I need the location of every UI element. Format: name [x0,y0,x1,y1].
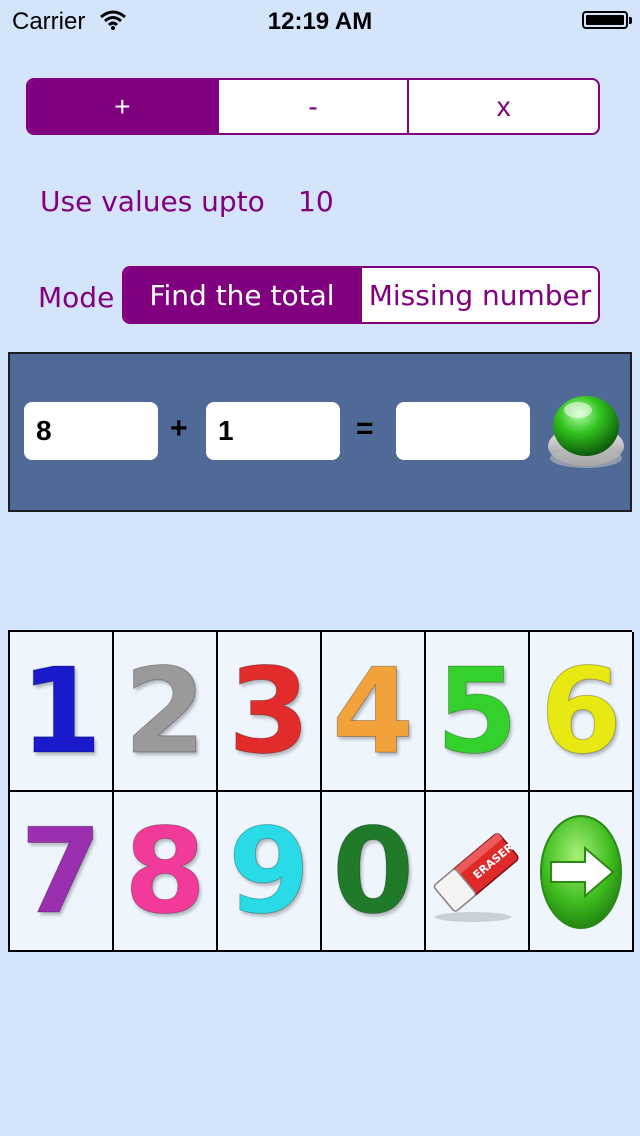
second-number-field[interactable]: 1 [206,402,340,460]
equals-sign: = [356,412,374,445]
mode-selector: Find the total Missing number [122,266,600,324]
key-7[interactable]: 7 [10,792,114,952]
key-6[interactable]: 6 [530,632,634,792]
operation-plus-segment[interactable]: + [28,80,217,133]
mode-find-total-segment[interactable]: Find the total [124,268,360,322]
range-value[interactable]: 10 [298,185,334,218]
first-number-field[interactable]: 8 [24,402,158,460]
key-3[interactable]: 3 [218,632,322,792]
status-bar: Carrier 12:19 AM [0,0,640,40]
digit-3: 3 [227,642,311,780]
digit-9: 9 [227,802,311,940]
operation-minus-segment[interactable]: - [216,80,408,133]
key-4[interactable]: 4 [322,632,426,792]
digit-6: 6 [539,642,623,780]
operation-selector: + - x [26,78,600,135]
operator-sign: + [170,412,188,445]
number-keypad: 1 2 3 4 5 6 7 8 9 0 ERASER [8,630,634,952]
digit-1: 1 [19,642,103,780]
key-2[interactable]: 2 [114,632,218,792]
answer-field[interactable] [396,402,530,460]
digit-2: 2 [123,642,207,780]
mode-missing-number-segment[interactable]: Missing number [360,268,598,322]
mode-label: Mode [38,281,115,314]
next-arrow-icon [540,815,622,929]
eraser-key[interactable]: ERASER [426,792,530,952]
battery-icon [582,11,632,29]
key-5[interactable]: 5 [426,632,530,792]
green-check-button[interactable] [546,388,626,474]
digit-5: 5 [435,642,519,780]
digit-7: 7 [19,802,103,940]
key-8[interactable]: 8 [114,792,218,952]
digit-4: 4 [331,642,415,780]
clock: 12:19 AM [267,8,373,35]
range-label: Use values upto [40,185,265,218]
eraser-icon: ERASER [433,832,519,922]
next-key[interactable] [530,792,634,952]
key-1[interactable]: 1 [10,632,114,792]
digit-0: 0 [331,802,415,940]
key-9[interactable]: 9 [218,792,322,952]
key-0[interactable]: 0 [322,792,426,952]
digit-8: 8 [123,802,207,940]
equation-panel: 8 + 1 = [8,352,632,512]
operation-multiply-segment[interactable]: x [407,80,598,133]
